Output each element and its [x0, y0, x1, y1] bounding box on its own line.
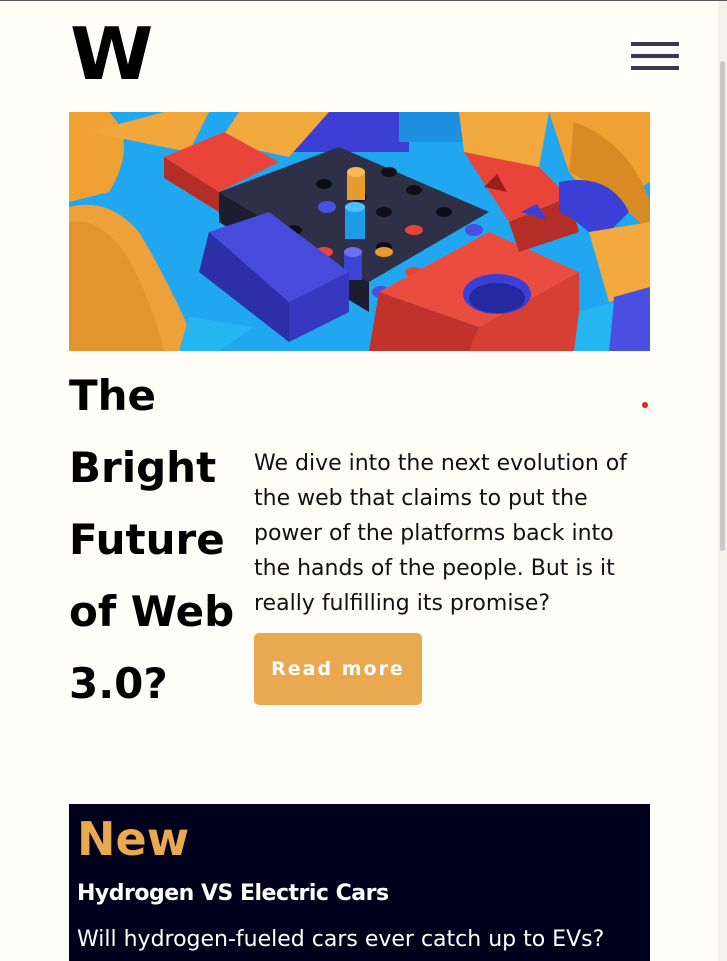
- new-section-heading: New: [77, 812, 190, 866]
- vertical-scrollbar[interactable]: [718, 1, 727, 961]
- read-more-button[interactable]: Read more: [254, 633, 422, 705]
- article-intro: We dive into the next evolution of the w…: [254, 451, 627, 616]
- indicator-dot: [642, 402, 648, 408]
- new-article-description: Will hydrogen-fueled cars ever catch up …: [77, 927, 605, 952]
- menu-button[interactable]: [624, 34, 680, 84]
- window-top-border: [0, 0, 727, 1]
- hero-image: [69, 112, 650, 351]
- new-section: New Hydrogen VS Electric Cars Will hydro…: [69, 804, 650, 961]
- scrollbar-thumb[interactable]: [720, 61, 725, 551]
- article-title: The Bright Future of Web 3.0?: [69, 371, 235, 708]
- site-logo[interactable]: W: [70, 18, 153, 90]
- new-article-title[interactable]: Hydrogen VS Electric Cars: [77, 880, 389, 908]
